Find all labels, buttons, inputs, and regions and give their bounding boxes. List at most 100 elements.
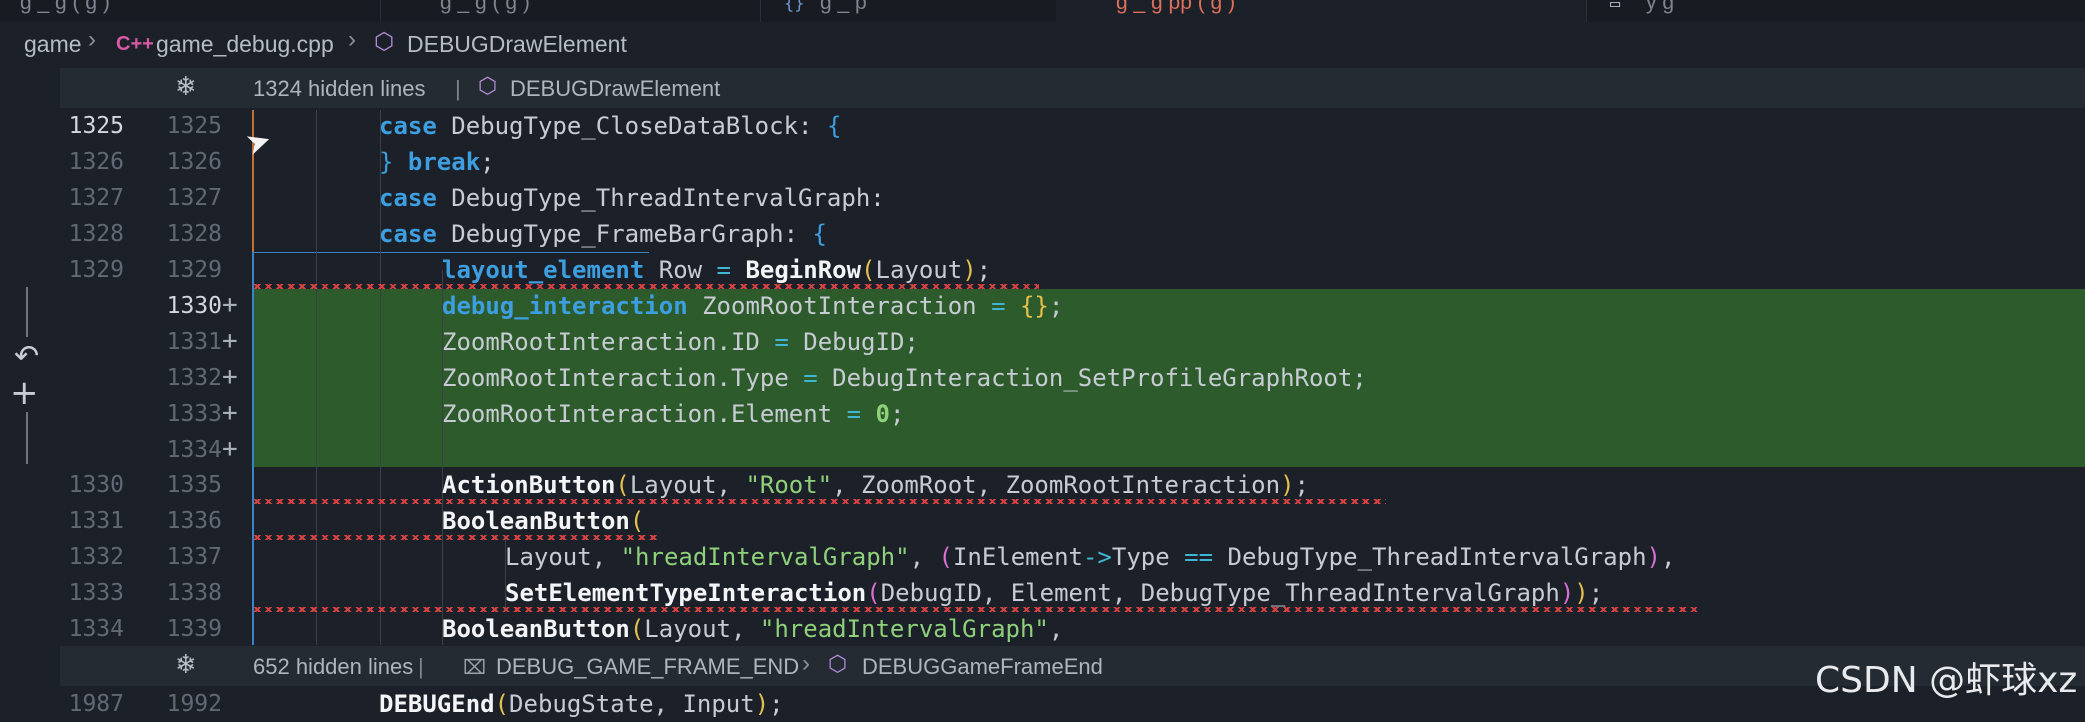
editor-tab[interactable]: {} g _ p: [760, 0, 1057, 22]
old-line-number: 1327: [68, 185, 124, 211]
breadcrumb-file[interactable]: game_debug.cpp: [156, 31, 334, 58]
new-line-number: 1337: [166, 544, 222, 570]
code-text: BooleanButton(Layout, "hreadIntervalGrap…: [442, 615, 1064, 643]
code-text: debug_interaction ZoomRootInteraction = …: [442, 292, 1064, 320]
code-text: ActionButton(Layout, "Root", ZoomRoot, Z…: [442, 471, 1309, 499]
symbol-cube-icon: ⬡: [374, 29, 395, 55]
added-line-marker: +: [222, 362, 238, 392]
old-line-number: 1987: [68, 691, 124, 717]
old-line-number: 1328: [68, 221, 124, 247]
code-line[interactable]: 1333 1338 SetElementTypeInteraction(Debu…: [0, 575, 2085, 612]
code-text: case DebugType_CloseDataBlock: {: [379, 112, 842, 140]
added-line[interactable]: 1332 + ZoomRootInteraction.Type = DebugI…: [0, 360, 2085, 396]
editor-tab[interactable]: g _ g ( g ): [380, 0, 761, 22]
added-line-marker: +: [222, 434, 238, 464]
chevron-right-icon: ›: [802, 650, 810, 677]
code-line[interactable]: 1334 1339 BooleanButton(Layout, "hreadIn…: [0, 611, 2085, 647]
code-text: BooleanButton(: [442, 507, 645, 535]
new-line-number: 1329: [166, 257, 222, 283]
tab-label: g _ g ( g ): [20, 0, 110, 14]
added-line[interactable]: 1331 + ZoomRootInteraction.ID = DebugID;: [0, 324, 2085, 360]
new-line-number: 1333: [166, 401, 222, 427]
added-line-marker: +: [222, 290, 238, 320]
new-line-number: 1330: [166, 293, 222, 319]
old-line-number: 1329: [68, 257, 124, 283]
added-line[interactable]: 1333 + ZoomRootInteraction.Element = 0;: [0, 396, 2085, 432]
chevron-right-icon: ›: [348, 26, 356, 53]
tab-label: g _ g ( g ): [440, 0, 530, 14]
code-text: SetElementTypeInteraction(DebugID, Eleme…: [505, 579, 1604, 607]
breadcrumb-folder[interactable]: game: [24, 31, 82, 58]
tab-label: y g: [1646, 0, 1675, 14]
editor-tab[interactable]: ▭ y g: [1586, 0, 2085, 22]
added-line-marker: +: [222, 326, 238, 356]
added-line[interactable]: 1334 +: [0, 432, 2085, 468]
hidden-lines-count: 1324 hidden lines: [253, 76, 426, 101]
code-text: ZoomRootInteraction.ID = DebugID;: [442, 328, 919, 356]
old-line-number: 1325: [68, 113, 124, 139]
new-line-number: 1338: [166, 580, 222, 606]
preview-icon: ▭: [1610, 0, 1621, 14]
editor-tab-bar: g _ g ( g ) g _ g ( g ) {} g _ p g _ g p…: [0, 0, 2085, 22]
new-line-number: 1325: [166, 113, 222, 139]
code-text: ZoomRootInteraction.Type = DebugInteract…: [442, 364, 1367, 392]
code-line[interactable]: 1327 1327 case DebugType_ThreadIntervalG…: [0, 180, 2085, 216]
folded-region-top[interactable]: ❄ 1324 hidden lines | ⬡ DEBUGDrawElement: [60, 68, 2085, 108]
tab-label: g _ p: [820, 0, 867, 14]
fold-symbol: DEBUGGameFrameEnd: [862, 654, 1103, 679]
tab-label: g _ g pp ( g ): [1116, 0, 1236, 14]
fold-macro: DEBUG_GAME_FRAME_END: [496, 654, 800, 679]
new-line-number: 1336: [166, 508, 222, 534]
code-line[interactable]: 1329 1329 layout_element Row = BeginRow(…: [0, 252, 2085, 289]
added-line[interactable]: 1330 + debug_interaction ZoomRootInterac…: [0, 288, 2085, 324]
old-line-number: 1331: [68, 508, 124, 534]
code-line[interactable]: 1328 1328 case DebugType_FrameBarGraph: …: [0, 216, 2085, 252]
code-line[interactable]: 1987 1992 DEBUGEnd(DebugState, Input);: [0, 686, 2085, 722]
editor-tab-active[interactable]: g _ g pp ( g ): [1056, 0, 1587, 22]
old-line-number: 1326: [68, 149, 124, 175]
new-line-number: 1326: [166, 149, 222, 175]
breadcrumb: game › C++ game_debug.cpp › ⬡ DEBUGDrawE…: [0, 22, 2085, 68]
new-line-number: 1332: [166, 365, 222, 391]
code-text: case DebugType_ThreadIntervalGraph:: [379, 184, 885, 212]
new-line-number: 1992: [166, 691, 222, 717]
file-icon: {}: [784, 0, 805, 14]
fold-separator: |: [418, 654, 424, 679]
snowflake-icon[interactable]: ❄: [175, 72, 197, 102]
symbol-cube-icon: ⬡: [478, 74, 498, 99]
old-line-number: 1330: [68, 472, 124, 498]
folded-region-bottom[interactable]: ❄ 652 hidden lines | ⌧ DEBUG_GAME_FRAME_…: [60, 646, 2085, 686]
code-text: Layout, "hreadIntervalGraph", (InElement…: [505, 543, 1676, 571]
code-text: layout_element Row = BeginRow(Layout);: [442, 256, 992, 284]
new-line-number: 1339: [166, 616, 222, 642]
code-line[interactable]: 1330 1335 ActionButton(Layout, "Root", Z…: [0, 467, 2085, 504]
old-line-number: 1333: [68, 580, 124, 606]
symbol-cube-icon: ⬡: [828, 652, 848, 677]
new-line-number: 1328: [166, 221, 222, 247]
code-text: ZoomRootInteraction.Element = 0;: [442, 400, 905, 428]
new-line-number: 1327: [166, 185, 222, 211]
watermark: CSDN @虾球xz: [1815, 660, 2078, 701]
code-text: DEBUGEnd(DebugState, Input);: [379, 690, 784, 718]
hidden-lines-count: 652 hidden lines: [253, 654, 414, 679]
macro-icon: ⌧: [463, 655, 487, 679]
old-line-number: 1334: [68, 616, 124, 642]
code-text: case DebugType_FrameBarGraph: {: [379, 220, 827, 248]
added-line-marker: +: [222, 398, 238, 428]
code-line[interactable]: 1331 1336 BooleanButton(: [0, 503, 2085, 540]
chevron-right-icon: ›: [88, 26, 96, 53]
new-line-number: 1334: [166, 437, 222, 463]
editor-tab[interactable]: g _ g ( g ): [0, 0, 381, 22]
cpp-file-icon: C++: [116, 33, 154, 55]
old-line-number: 1332: [68, 544, 124, 570]
code-text: } break;: [379, 148, 495, 176]
breadcrumb-symbol[interactable]: DEBUGDrawElement: [407, 31, 627, 58]
new-line-number: 1331: [166, 329, 222, 355]
snowflake-icon[interactable]: ❄: [175, 650, 197, 680]
code-line[interactable]: 1326 1326 } break;: [0, 144, 2085, 180]
fold-symbol: DEBUGDrawElement: [510, 76, 721, 101]
new-line-number: 1335: [166, 472, 222, 498]
code-line[interactable]: 1325 1325 case DebugType_CloseDataBlock:…: [0, 108, 2085, 144]
code-line[interactable]: 1332 1337 Layout, "hreadIntervalGraph", …: [0, 539, 2085, 575]
fold-separator: |: [455, 76, 461, 101]
